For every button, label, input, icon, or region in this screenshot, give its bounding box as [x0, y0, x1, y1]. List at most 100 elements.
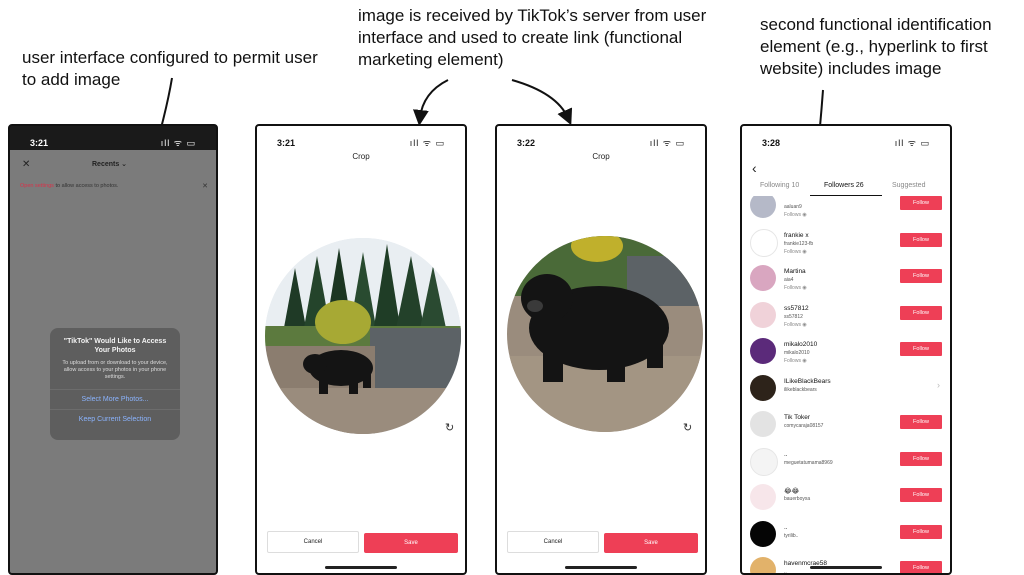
dialog-body: To upload from or download to your devic…	[62, 360, 168, 380]
home-indicator	[810, 566, 882, 569]
status-icons: ıll ᯤ ▭	[409, 138, 445, 148]
follows-you-label: Follows ◉	[784, 212, 807, 218]
dialog-title: "TikTok" Would Like to Access Your Photo…	[63, 338, 167, 354]
keep-current-selection-button[interactable]: Keep Current Selection	[50, 409, 180, 429]
crop-preview-image[interactable]	[507, 236, 703, 432]
crop-preview-image[interactable]	[265, 238, 461, 434]
follower-name: ILikeBlackBears	[784, 377, 831, 385]
follower-row[interactable]: aaluan9 Follows ◉ Follow	[742, 196, 950, 224]
follower-handle: ss57812	[784, 313, 803, 320]
avatar[interactable]	[750, 301, 776, 328]
follower-name: frankie x	[784, 231, 809, 239]
avatar[interactable]	[750, 196, 776, 218]
follower-handle: frankie123-fb	[784, 240, 814, 247]
avatar[interactable]	[750, 265, 776, 291]
follower-row[interactable]: 😂😂 bauerboyxa Follow	[742, 480, 950, 516]
close-icon[interactable]: ✕	[22, 159, 30, 170]
follower-handle: mikalo2010	[784, 350, 810, 356]
follower-row[interactable]: .. meguetatumama8969 Follow	[742, 444, 950, 480]
avatar[interactable]	[750, 557, 776, 573]
follow-button[interactable]: Follow	[900, 305, 942, 320]
follower-row[interactable]: havenmcrae58.. Follow	[742, 553, 950, 573]
follower-row[interactable]: ss57812 ss57812 Follows ◉ Follow	[742, 298, 950, 334]
follow-button[interactable]: Follow	[900, 232, 942, 247]
status-time: 3:22	[517, 138, 536, 148]
follower-handle: comycaraja08157	[784, 423, 824, 429]
back-icon[interactable]: ‹	[752, 160, 757, 176]
status-icons: ıll ᯤ ▭	[160, 138, 196, 148]
save-button[interactable]: Save	[364, 533, 458, 553]
cancel-button[interactable]: Cancel	[507, 531, 599, 553]
open-settings-link[interactable]: Open settings	[20, 183, 54, 189]
tab-suggested[interactable]: Suggested	[892, 182, 925, 189]
status-time: 3:28	[762, 138, 781, 148]
follower-name: Tik Toker	[784, 414, 811, 421]
follower-row[interactable]: ILikeBlackBears ilikeblackbears ›	[742, 371, 950, 407]
photo-picker-screen: ✕ Recents ⌄ Open settings to allow acces…	[10, 150, 216, 573]
follower-name: mikalo2010	[784, 341, 818, 348]
avatar[interactable]	[750, 228, 778, 257]
follow-button[interactable]: Follow	[900, 415, 942, 429]
follower-name: ss57812	[784, 304, 809, 312]
follower-handle: bauerboyxa	[784, 496, 811, 502]
follow-button[interactable]: Follow	[900, 561, 942, 573]
home-indicator	[565, 566, 637, 569]
avatar[interactable]	[750, 484, 776, 510]
arrow-to-phone2	[412, 79, 449, 126]
rotate-icon[interactable]: ↻	[683, 421, 692, 434]
bear-photo-zoomed	[507, 236, 703, 432]
banner-close-icon[interactable]: ✕	[202, 182, 208, 190]
avatar[interactable]	[750, 520, 776, 547]
follows-you-label: Follows ◉	[784, 248, 807, 255]
follows-you-label: Follows ◉	[784, 321, 807, 328]
status-time: 3:21	[30, 138, 49, 148]
follow-button[interactable]: Follow	[900, 269, 942, 283]
tab-followers[interactable]: Followers 26	[824, 182, 864, 189]
follows-you-label: Follows ◉	[784, 358, 807, 364]
follow-button[interactable]: Follow	[900, 451, 942, 466]
follow-tabs: Following 10 Followers 26 Suggested	[742, 182, 950, 196]
follower-handle: tyrilib..	[784, 532, 799, 539]
follow-button[interactable]: Follow	[900, 196, 942, 210]
status-icons: ıll ᯤ ▭	[649, 138, 685, 148]
follower-name: ..	[784, 523, 788, 531]
banner-text: to allow access to photos.	[55, 183, 119, 189]
save-button[interactable]: Save	[604, 533, 698, 553]
follower-handle: meguetatumama8969	[784, 459, 833, 466]
home-indicator	[325, 566, 397, 569]
follower-row[interactable]: Tik Toker comycaraja08157 Follow	[742, 407, 950, 443]
phone-crop-1: 3:21 ıll ᯤ ▭ Crop ↻ Cancel Save	[255, 124, 467, 575]
follower-handle: aia4	[784, 277, 794, 283]
follower-name: Martina	[784, 268, 806, 275]
bear-photo	[265, 238, 461, 434]
follow-button[interactable]: Follow	[900, 342, 942, 356]
recents-dropdown[interactable]: Recents ⌄	[92, 160, 127, 168]
tab-following[interactable]: Following 10	[760, 182, 799, 189]
cancel-button[interactable]: Cancel	[267, 531, 359, 553]
avatar[interactable]	[750, 447, 778, 476]
follower-row[interactable]: mikalo2010 mikalo2010 Follows ◉ Follow	[742, 334, 950, 370]
follower-row[interactable]: .. tyrilib.. Follow	[742, 517, 950, 553]
status-icons: ıll ᯤ ▭	[894, 138, 930, 148]
select-more-photos-button[interactable]: Select More Photos...	[50, 389, 180, 409]
chevron-right-icon: ›	[937, 379, 940, 390]
follow-button[interactable]: Follow	[900, 488, 942, 502]
followers-list: aaluan9 Follows ◉ Follow frankie x frankie12…	[742, 196, 950, 573]
crop-title: Crop	[592, 152, 610, 161]
follow-button[interactable]: Follow	[900, 524, 942, 539]
follower-handle: ilikeblackbears	[784, 386, 817, 393]
status-time: 3:21	[277, 138, 296, 148]
avatar[interactable]	[750, 374, 776, 401]
permission-dialog: "TikTok" Would Like to Access Your Photo…	[50, 328, 180, 440]
avatar[interactable]	[750, 411, 776, 437]
phone-photo-permission: 3:21 ıll ᯤ ▭ ✕ Recents ⌄ Open settings t…	[8, 124, 218, 575]
follower-handle: aaluan9	[784, 204, 802, 210]
follower-handle: ..	[784, 569, 787, 573]
phone-followers-list: 3:28 ıll ᯤ ▭ ‹ Following 10 Followers 26…	[740, 124, 952, 575]
rotate-icon[interactable]: ↻	[445, 421, 454, 434]
follower-row[interactable]: Martina aia4 Follows ◉ Follow	[742, 261, 950, 297]
follower-name: ..	[784, 450, 788, 458]
crop-title: Crop	[352, 152, 370, 161]
follower-row[interactable]: frankie x frankie123-fb Follows ◉ Follow	[742, 225, 950, 261]
avatar[interactable]	[750, 338, 776, 364]
